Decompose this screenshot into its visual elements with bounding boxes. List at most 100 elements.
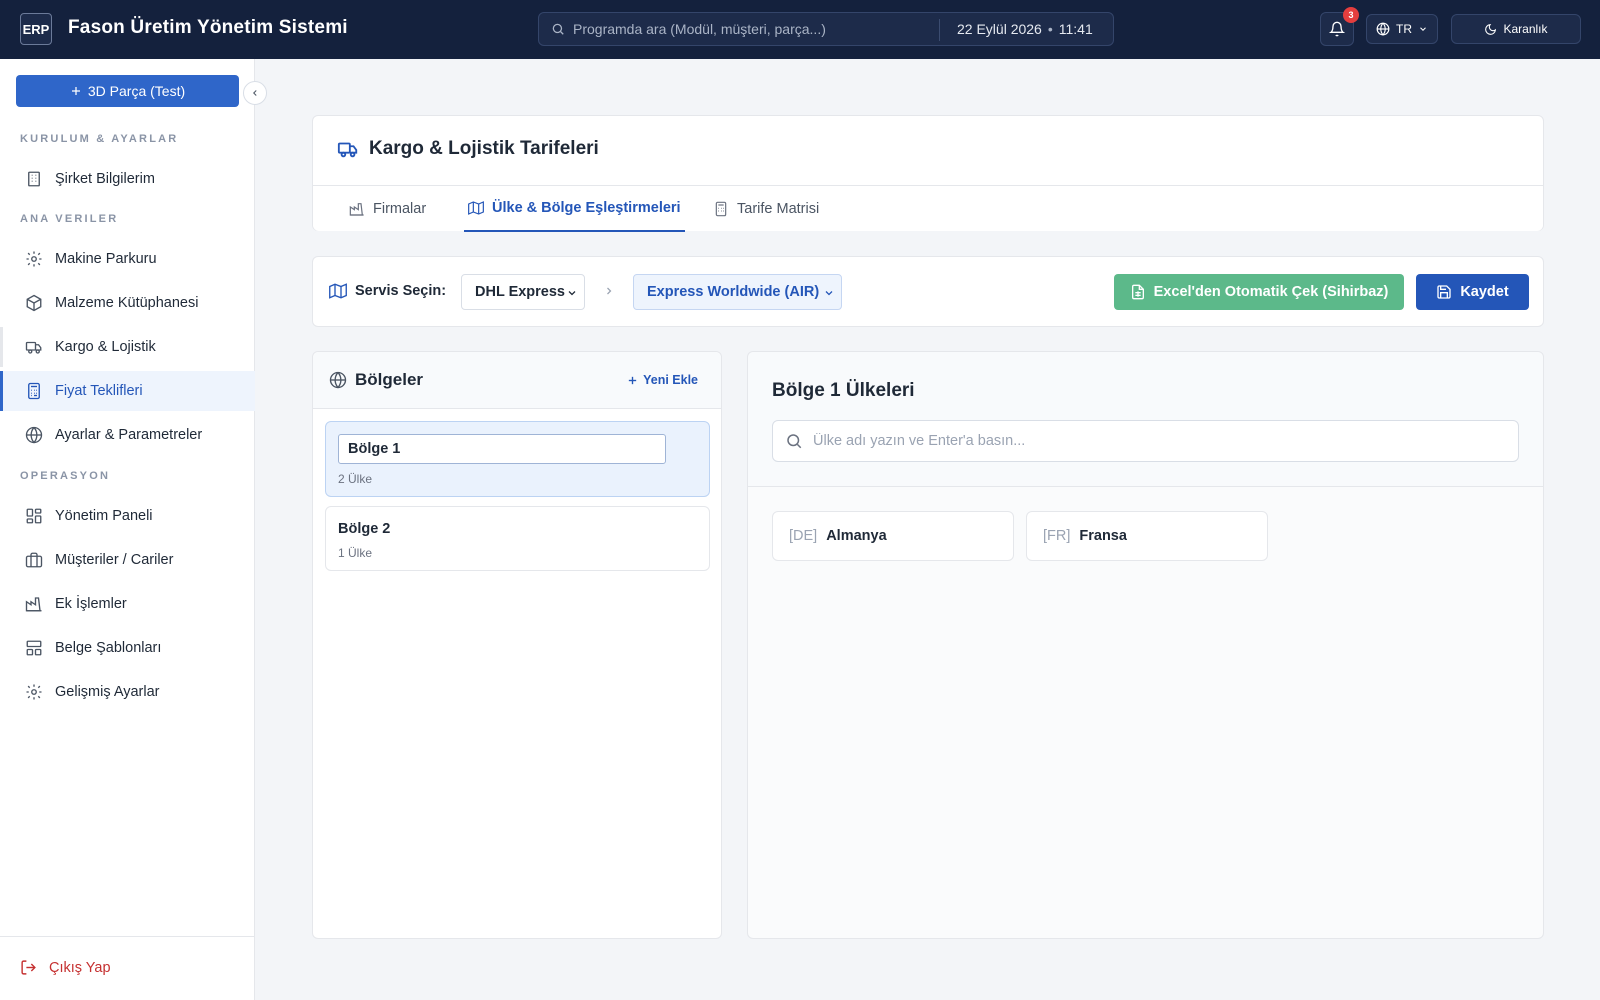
regions-header: Bölgeler Yeni Ekle <box>313 352 721 409</box>
add-region-button[interactable]: Yeni Ekle <box>627 373 698 387</box>
excel-import-button[interactable]: Excel'den Otomatik Çek (Sihirbaz) <box>1114 274 1404 310</box>
notifications-button[interactable]: 3 <box>1320 7 1359 46</box>
carrier-select[interactable]: DHL Express <box>461 274 585 310</box>
globe-icon <box>329 371 347 389</box>
search-icon <box>787 434 802 449</box>
briefcase-icon <box>25 552 43 568</box>
search-icon <box>551 22 565 36</box>
country-chip[interactable]: [FR] Fransa <box>1026 511 1268 561</box>
language-selector[interactable]: TR <box>1366 14 1438 44</box>
sidebar-item-advanced-settings[interactable]: Gelişmiş Ayarlar <box>0 672 255 712</box>
global-search[interactable]: 22 Eylül 2026•11:41 <box>538 12 1114 46</box>
map-icon <box>468 201 484 215</box>
language-label: TR <box>1396 22 1412 36</box>
save-button[interactable]: Kaydet <box>1416 274 1529 310</box>
globe-icon <box>25 426 43 444</box>
calculator-icon <box>715 201 727 217</box>
chevron-right-icon <box>607 287 612 295</box>
section-label-master-data: ANA VERILER <box>20 213 119 225</box>
logout-label: Çıkış Yap <box>49 959 111 976</box>
sidebar-item-label: Kargo & Lojistik <box>55 339 156 355</box>
sidebar-item-label: Makine Parkuru <box>55 251 157 267</box>
theme-toggle-button[interactable]: Karanlık <box>1451 14 1581 44</box>
sidebar-item-label: Fiyat Teklifleri <box>55 383 143 399</box>
sidebar-item-label: Ek İşlemler <box>55 596 127 612</box>
plus-icon <box>628 376 637 384</box>
new-3d-part-button[interactable]: 3D Parça (Test) <box>16 75 239 107</box>
spreadsheet-file-icon <box>1131 284 1144 300</box>
new-3d-part-label: 3D Parça (Test) <box>87 83 186 99</box>
globe-icon <box>1376 22 1390 36</box>
tab-tariff-matrix[interactable]: Tarife Matrisi <box>713 186 819 232</box>
map-icon <box>329 283 347 299</box>
regions-title: Bölgeler <box>329 370 423 390</box>
country-code: [DE] <box>789 528 818 544</box>
tab-companies[interactable]: Firmalar <box>349 186 426 232</box>
bell-icon <box>1329 21 1345 37</box>
sidebar-item-label: Gelişmiş Ayarlar <box>55 684 160 700</box>
region-name: Bölge 2 <box>338 521 391 537</box>
template-icon <box>26 640 42 656</box>
sidebar-item-label: Belge Şablonları <box>55 640 162 656</box>
sidebar-item-extra-operations[interactable]: Ek İşlemler <box>0 584 255 624</box>
region-country-count: 1 Ülke <box>338 546 373 560</box>
country-chip[interactable]: [DE] Almanya <box>772 511 1014 561</box>
cube-icon <box>26 294 42 312</box>
logout-icon <box>21 960 36 975</box>
page-header-card: Kargo & Lojistik Tarifeleri Firmalar Ülk… <box>312 115 1544 232</box>
factory-icon <box>349 203 364 216</box>
app-logo[interactable]: ERP <box>20 13 52 45</box>
factory-icon <box>25 597 42 612</box>
logout-area: Çıkış Yap <box>0 936 255 1000</box>
country-name: Fransa <box>1079 528 1127 544</box>
sidebar-item-company-info[interactable]: Şirket Bilgilerim <box>0 159 255 199</box>
save-icon <box>1437 285 1451 299</box>
tab-country-region-mapping[interactable]: Ülke & Bölge Eşleştirmeleri <box>464 186 685 232</box>
chevron-down-icon <box>825 291 833 296</box>
section-label-setup: KURULUM & AYARLAR <box>20 133 179 145</box>
sidebar-collapse-button[interactable] <box>243 81 267 105</box>
sidebar-item-customers[interactable]: Müşteriler / Cariler <box>0 540 255 580</box>
date-time-display: 22 Eylül 2026 • 11:41 <box>957 21 1093 37</box>
global-search-input[interactable] <box>573 21 933 37</box>
current-date: 22 Eylül 2026 <box>957 21 1042 37</box>
tab-bar: Firmalar Ülke & Bölge Eşleştirmeleri Tar… <box>313 185 1543 232</box>
sidebar-item-document-templates[interactable]: Belge Şablonları <box>0 628 255 668</box>
sidebar-item-price-quotes[interactable]: Fiyat Teklifleri <box>0 371 255 411</box>
region-item[interactable]: Bölge 2 1 Ülke <box>325 506 710 571</box>
page-title: Kargo & Lojistik Tarifeleri <box>337 138 599 160</box>
regions-title-text: Bölgeler <box>355 370 424 389</box>
truck-icon <box>337 142 358 158</box>
notification-badge: 3 <box>1343 7 1359 23</box>
country-search[interactable] <box>772 420 1519 462</box>
chevron-down-icon <box>1418 24 1428 34</box>
sidebar: 3D Parça (Test) KURULUM & AYARLAR Şirket… <box>0 59 267 1000</box>
region-name-input[interactable] <box>338 434 666 464</box>
region-item[interactable]: 2 Ülke <box>325 421 710 497</box>
sidebar-item-label: Ayarlar & Parametreler <box>55 427 203 443</box>
logout-button[interactable]: Çıkış Yap <box>20 959 111 976</box>
sidebar-item-settings-parameters[interactable]: Ayarlar & Parametreler <box>0 415 255 455</box>
regions-panel: Bölgeler Yeni Ekle 2 Ülke Bölge 2 1 Ülke <box>312 351 722 939</box>
sidebar-item-label: Müşteriler / Cariler <box>55 552 174 568</box>
countries-header: Bölge 1 Ülkeleri <box>748 352 1543 487</box>
sidebar-item-label: Şirket Bilgilerim <box>55 171 155 187</box>
app-title: Fason Üretim Yönetim Sistemi <box>68 17 348 38</box>
moon-icon <box>1484 23 1497 36</box>
service-select[interactable]: Express Worldwide (AIR) <box>633 274 842 310</box>
sidebar-item-materials[interactable]: Malzeme Kütüphanesi <box>0 283 255 323</box>
sidebar-item-dashboard[interactable]: Yönetim Paneli <box>0 496 255 536</box>
theme-label: Karanlık <box>1503 22 1548 36</box>
dashboard-icon <box>26 508 42 524</box>
country-search-input[interactable] <box>813 433 1493 449</box>
add-region-label: Yeni Ekle <box>643 373 698 387</box>
plus-icon <box>70 85 82 97</box>
carrier-select-value: DHL Express <box>475 284 565 300</box>
search-divider <box>939 19 940 41</box>
sidebar-item-cargo-logistics[interactable]: Kargo & Lojistik <box>0 327 255 367</box>
calculator-icon <box>28 382 40 400</box>
gear-icon <box>26 684 42 700</box>
service-label: Servis Seçin: <box>329 282 446 300</box>
sidebar-item-machines[interactable]: Makine Parkuru <box>0 239 255 279</box>
countries-title: Bölge 1 Ülkeleri <box>772 380 915 401</box>
